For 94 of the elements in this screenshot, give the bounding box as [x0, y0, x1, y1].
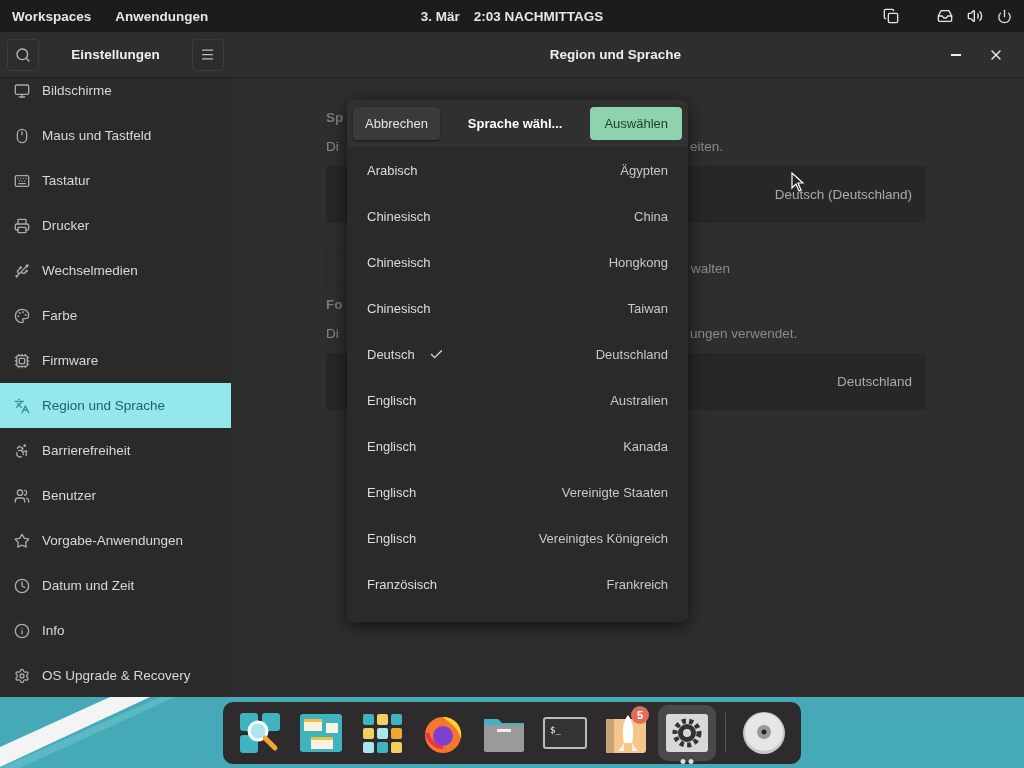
usb-icon [14, 262, 30, 279]
sidebar-item[interactable]: Wechselmedien [0, 248, 231, 293]
chip-icon [14, 352, 30, 369]
sidebar-item[interactable]: Maus und Tastfeld [0, 113, 231, 158]
language-name: Englisch [367, 438, 417, 454]
region-name: Vereinigtes Königreich [538, 530, 668, 546]
region-name: Hongkong [608, 254, 668, 270]
language-row[interactable]: Chinesisch Hongkong [347, 239, 688, 285]
settings-icon [665, 713, 709, 753]
section-description: eiten. [690, 139, 725, 154]
sidebar-item[interactable]: Barrierefreiheit [0, 428, 231, 473]
language-row[interactable]: Chinesisch Taiwan [347, 285, 688, 331]
region-name: Deutschland [595, 346, 668, 362]
notification-badge: 5 [631, 706, 649, 724]
language-name: Englisch [367, 484, 417, 500]
volume-icon[interactable] [967, 8, 983, 24]
language-name: Französisch [367, 576, 438, 592]
language-name: Englisch [367, 392, 417, 408]
language-row[interactable]: Chinesisch China [347, 193, 688, 239]
region-name: Vereinigte Staaten [561, 484, 668, 500]
sidebar-item[interactable]: Firmware [0, 338, 231, 383]
dock-item[interactable]: $_ [536, 705, 594, 761]
minimize-icon [951, 53, 961, 56]
language-row[interactable]: Französisch Frankreich [347, 561, 688, 607]
date-text[interactable]: 3. Mär [420, 8, 460, 24]
sidebar-item[interactable]: Farbe [0, 293, 231, 338]
printer-icon [14, 217, 30, 234]
sidebar-item[interactable]: Info [0, 608, 231, 653]
clock-icon [14, 577, 30, 594]
mouse-cursor-icon [791, 172, 805, 192]
sidebar-item[interactable]: Drucker [0, 203, 231, 248]
gear-icon [14, 667, 30, 684]
language-row[interactable]: Englisch Australien [347, 377, 688, 423]
top-bar-menu[interactable]: Anwendungen [115, 8, 209, 24]
mouse-icon [14, 127, 30, 144]
language-row[interactable]: Arabisch Ägypten [347, 147, 688, 193]
region-name: China [634, 208, 668, 224]
sidebar-title: Einstellungen [71, 47, 160, 62]
disc-icon [741, 710, 787, 756]
language-name: Arabisch [367, 162, 418, 178]
terminal-prompt: $_ [550, 725, 561, 735]
keyboard-icon [14, 172, 30, 189]
region-name: Ägypten [620, 162, 668, 178]
palette-icon [14, 307, 30, 324]
section-description: ungen verwendet. [690, 326, 799, 341]
sidebar-item[interactable]: Region und Sprache [0, 383, 231, 428]
menu-button[interactable] [192, 38, 224, 71]
language-name: Englisch [367, 530, 417, 546]
star-icon [14, 532, 30, 549]
language-name: Chinesisch [367, 300, 431, 316]
language-name: Chinesisch [367, 254, 431, 270]
windows-icon [299, 711, 343, 755]
info-icon [14, 622, 30, 639]
running-dot [680, 759, 686, 764]
menu-icon [200, 47, 216, 62]
sidebar-item[interactable]: Tastatur [0, 158, 231, 203]
search-icon [15, 46, 31, 63]
sidebar-item[interactable]: Datum und Zeit [0, 563, 231, 608]
language-row[interactable]: Englisch Vereinigte Staaten [347, 469, 688, 515]
accessibility-icon [14, 442, 30, 459]
select-button[interactable]: Auswählen [590, 107, 682, 140]
monitor-icon [14, 82, 30, 99]
section-description: Di [326, 326, 340, 341]
power-icon[interactable] [997, 8, 1012, 24]
dialog-title: Sprache wähl... [467, 116, 563, 131]
cancel-button[interactable]: Abbrechen [353, 107, 440, 140]
language-name: Chinesisch [367, 208, 431, 224]
search-tiles-icon [238, 711, 282, 755]
region-name: Frankreich [606, 576, 668, 592]
app-grid-icon [361, 712, 403, 754]
time-text[interactable]: 2:03 NACHMITTAGS [473, 8, 604, 24]
screens-icon[interactable] [883, 8, 899, 24]
window-title: Region und Sprache [548, 47, 683, 62]
section-heading: Sp [326, 110, 345, 125]
search-button[interactable] [7, 38, 39, 71]
sidebar-item[interactable]: Benutzer [0, 473, 231, 518]
sidebar-item[interactable]: OS Upgrade & Recovery [0, 653, 231, 697]
region-name: Taiwan [627, 300, 668, 316]
language-icon [14, 397, 30, 414]
dock-item[interactable] [658, 705, 716, 761]
running-dot [688, 759, 694, 764]
language-row[interactable]: Englisch Vereinigtes Königreich [347, 515, 688, 561]
language-row[interactable]: Englisch Kanada [347, 423, 688, 469]
sidebar-item[interactable]: Bildschirme [0, 78, 231, 113]
inbox-icon[interactable] [937, 8, 953, 24]
sidebar-item[interactable]: Vorgabe-Anwendungen [0, 518, 231, 563]
users-icon [14, 487, 30, 504]
language-name: Deutsch [367, 346, 415, 362]
region-name: Australien [610, 392, 668, 408]
language-row[interactable]: Deutsch Deutschland [347, 331, 688, 377]
top-bar-menu[interactable]: Workspaces [12, 8, 92, 24]
section-heading: Fo [326, 297, 344, 312]
section-description: Di [326, 139, 340, 154]
region-name: Kanada [623, 438, 668, 454]
